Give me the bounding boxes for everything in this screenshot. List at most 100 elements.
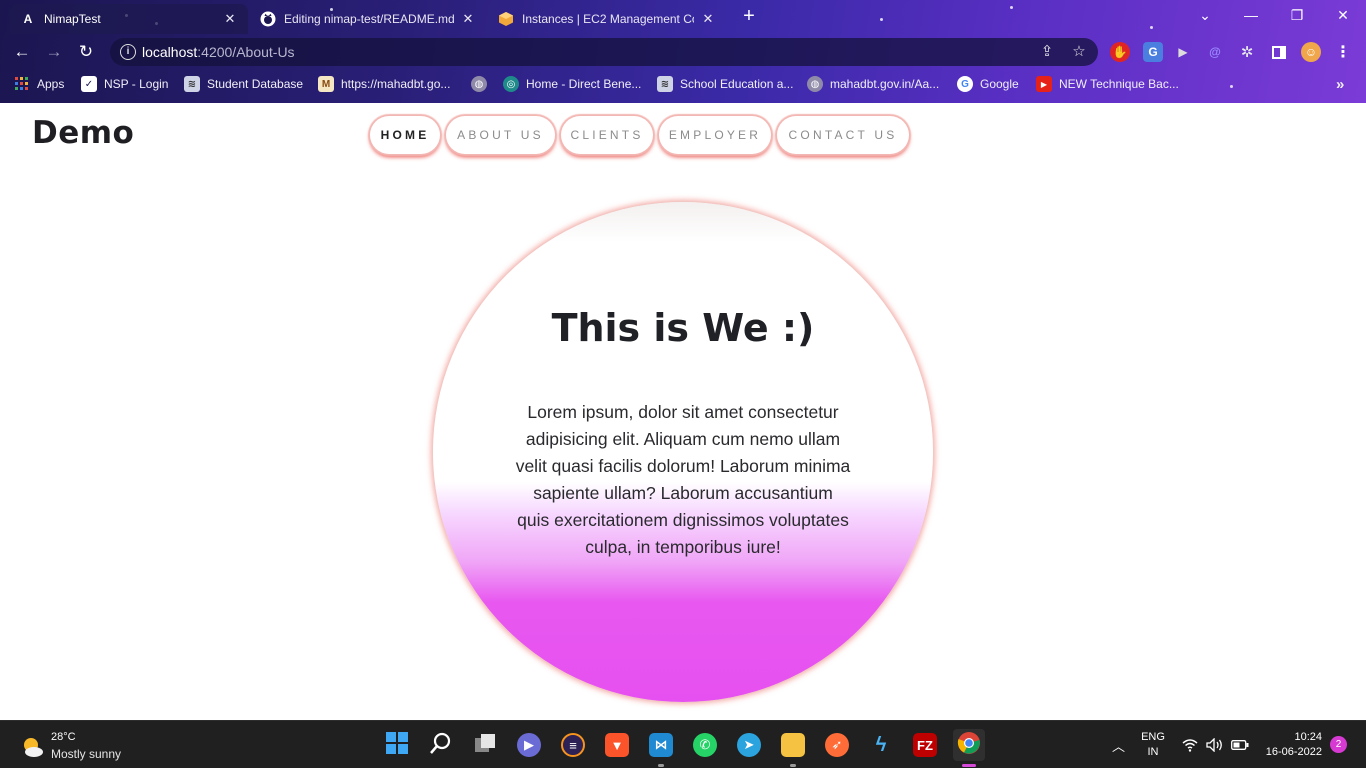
tab-strip: A NimapTest ✕ Editing nimap-test/README.… — [0, 0, 1366, 34]
weather-description: Mostly sunny — [51, 747, 122, 761]
about-hero-circle: This is We :) Lorem ipsum, dolor sit ame… — [433, 202, 933, 702]
apps-grid-icon — [14, 76, 30, 92]
bookmark-label: Google — [980, 77, 1019, 91]
url-text: localhost:4200/About-Us — [142, 44, 295, 60]
close-icon[interactable]: ✕ — [222, 11, 238, 27]
vscode-icon: ⋈ — [649, 733, 673, 757]
taskbar-file-explorer[interactable] — [777, 729, 809, 767]
nav-contact-us[interactable]: CONTACT US — [777, 116, 909, 154]
taskbar-whatsapp[interactable]: ✆ — [689, 729, 721, 761]
taskbar-chrome[interactable] — [953, 729, 985, 767]
bookmarks-overflow-icon[interactable]: » — [1336, 72, 1344, 96]
lightning-icon: ϟ — [875, 733, 887, 756]
cursor-extension-icon[interactable]: ▶ — [1173, 42, 1193, 62]
back-button[interactable]: ← — [11, 41, 33, 63]
brand-logo[interactable]: Demo — [32, 115, 134, 151]
side-panel-icon[interactable] — [1269, 42, 1289, 62]
region-code: IN — [1147, 746, 1159, 758]
weather-temperature: 28°C — [51, 731, 76, 743]
profile-avatar[interactable]: ☺ — [1301, 42, 1321, 62]
brave-lion-icon: ▼ — [605, 733, 629, 757]
minimize-button[interactable]: — — [1228, 0, 1274, 30]
clock-date: 16-06-2022 — [1265, 746, 1322, 758]
nsp-icon: ✓ — [81, 76, 97, 92]
link-extension-icon[interactable]: @ — [1205, 42, 1225, 62]
taskbar-thunder-app[interactable]: ϟ — [865, 729, 897, 761]
extensions-puzzle-icon[interactable]: ✲ — [1237, 42, 1257, 62]
url-host: localhost — [142, 44, 198, 60]
nav-employer[interactable]: EMPLOYER — [659, 116, 771, 154]
bookmark-label: NSP - Login — [104, 77, 169, 91]
taskbar-search[interactable] — [425, 729, 457, 761]
google-icon: G — [957, 76, 973, 92]
nav-home[interactable]: HOME — [370, 116, 440, 154]
taskbar-postman[interactable]: ➶ — [821, 729, 853, 761]
notification-badge[interactable]: 2 — [1330, 736, 1347, 753]
battery-icon[interactable] — [1231, 721, 1249, 768]
bookmark-school-education[interactable]: ≋ School Education a... — [657, 72, 793, 96]
youtube-icon: ▶ — [1036, 76, 1052, 92]
nav-about-us[interactable]: ABOUT US — [446, 116, 555, 154]
taskbar-filezilla[interactable]: FZ — [909, 729, 941, 761]
start-button[interactable] — [381, 729, 413, 761]
language-code: ENG — [1141, 731, 1165, 743]
restore-button[interactable]: ❐ — [1274, 0, 1320, 30]
bookmark-globe[interactable]: ◍ — [471, 72, 494, 96]
bookmark-mahadbt-aadhaar[interactable]: ◍ mahadbt.gov.in/Aa... — [807, 72, 939, 96]
bookmark-youtube[interactable]: ▶ NEW Technique Bac... — [1036, 72, 1179, 96]
close-icon[interactable]: ✕ — [460, 11, 476, 27]
database-icon: ≋ — [184, 76, 200, 92]
volume-icon[interactable] — [1206, 721, 1224, 768]
bookmark-label: Home - Direct Bene... — [526, 77, 642, 91]
tab-ec2-instances[interactable]: Instances | EC2 Management Con ✕ — [488, 4, 726, 34]
wifi-icon[interactable] — [1182, 721, 1198, 768]
adblock-extension-icon[interactable]: ✋ — [1110, 42, 1130, 62]
tab-title: Instances | EC2 Management Con — [522, 12, 694, 26]
site-info-icon[interactable]: i — [120, 44, 136, 60]
tab-search-chevron-icon[interactable]: ⌄ — [1182, 0, 1228, 30]
bookmark-student-database[interactable]: ≋ Student Database — [184, 72, 303, 96]
nav-clients[interactable]: CLIENTS — [561, 116, 653, 154]
system-clock[interactable]: 10:24 16-06-2022 — [1258, 730, 1322, 760]
address-bar[interactable]: i localhost:4200/About-Us ⇪ ☆ — [110, 38, 1098, 66]
bookmark-nsp-login[interactable]: ✓ NSP - Login — [81, 72, 168, 96]
close-icon[interactable]: ✕ — [700, 11, 716, 27]
new-tab-button[interactable]: + — [738, 6, 760, 28]
tab-nimaptest[interactable]: A NimapTest ✕ — [10, 4, 248, 34]
taskbar-teams-chat[interactable]: ▶ — [513, 729, 545, 761]
tab-github-readme[interactable]: Editing nimap-test/README.md ✕ — [250, 4, 486, 34]
bookmark-label: School Education a... — [680, 77, 794, 91]
bookmark-label: Apps — [37, 77, 65, 91]
bookmark-mahadbt[interactable]: M https://mahadbt.go... — [318, 72, 450, 96]
school-icon: ≋ — [657, 76, 673, 92]
forward-button[interactable]: → — [43, 41, 65, 63]
taskbar-brave[interactable]: ▼ — [601, 729, 633, 761]
reload-button[interactable]: ↻ — [75, 41, 97, 63]
taskbar-telegram[interactable]: ➤ — [733, 729, 765, 761]
task-view-icon — [473, 731, 497, 760]
browser-menu-icon[interactable]: ⋮ — [1333, 42, 1353, 62]
bookmark-google[interactable]: G Google — [957, 72, 1019, 96]
bookmarks-bar: Apps ✓ NSP - Login ≋ Student Database M … — [0, 72, 1366, 96]
task-view-button[interactable] — [469, 729, 501, 761]
angular-icon: A — [23, 12, 33, 26]
bookmark-direct-benefit[interactable]: ◎ Home - Direct Bene... — [503, 72, 641, 96]
taskbar-eclipse[interactable]: ≡ — [557, 729, 589, 761]
eclipse-icon: ≡ — [561, 733, 585, 757]
clock-time: 10:24 — [1294, 731, 1322, 743]
dbt-icon: ◎ — [503, 76, 519, 92]
globe-icon: ◍ — [471, 76, 487, 92]
taskbar-vscode[interactable]: ⋈ — [645, 729, 677, 767]
hero-description: Lorem ipsum, dolor sit amet consectetur … — [515, 402, 851, 557]
page-viewport: Demo HOME ABOUT US CLIENTS EMPLOYER CONT… — [0, 103, 1366, 720]
google-translate-extension-icon[interactable]: G — [1143, 42, 1163, 62]
bookmark-star-icon[interactable]: ☆ — [1070, 43, 1088, 61]
tab-title: Editing nimap-test/README.md — [284, 12, 454, 26]
share-icon[interactable]: ⇪ — [1038, 43, 1056, 61]
bookmark-label: Student Database — [207, 77, 304, 91]
tray-overflow-chevron-icon[interactable]: ︿ — [1112, 721, 1125, 768]
chat-camera-icon: ▶ — [517, 733, 541, 757]
input-language-indicator[interactable]: ENG IN — [1140, 730, 1166, 760]
bookmark-apps[interactable]: Apps — [14, 72, 64, 96]
close-window-button[interactable]: ✕ — [1320, 0, 1366, 30]
